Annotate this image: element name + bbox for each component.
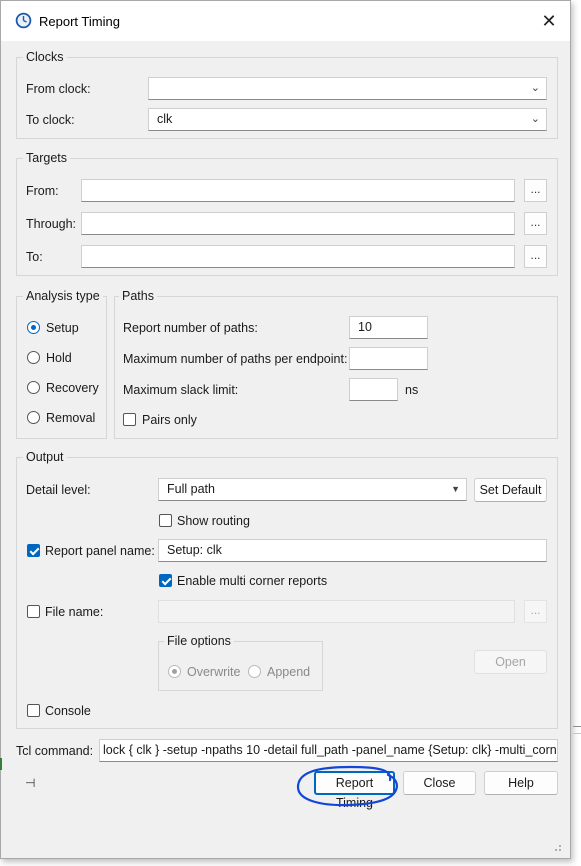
show-routing-checkbox[interactable] xyxy=(159,514,172,527)
setup-radio-label[interactable]: Setup xyxy=(46,321,79,335)
title-bar[interactable]: Report Timing ✕ xyxy=(1,1,570,41)
file-name-browse-button[interactable]: ... xyxy=(524,600,547,623)
detail-level-label: Detail level: xyxy=(26,483,91,497)
append-radio[interactable] xyxy=(248,665,261,678)
slack-unit-label: ns xyxy=(405,383,419,397)
to-clock-value: clk xyxy=(157,112,173,126)
pin-icon[interactable]: ⊣ xyxy=(25,776,35,790)
set-default-button[interactable]: Set Default xyxy=(474,478,547,502)
targets-to-label: To: xyxy=(26,250,43,264)
help-button[interactable]: Help xyxy=(484,771,558,795)
num-paths-label: Report number of paths: xyxy=(123,321,258,335)
targets-from-browse-button[interactable]: ... xyxy=(524,179,547,202)
num-paths-input[interactable]: 10 xyxy=(349,316,428,339)
targets-legend: Targets xyxy=(23,151,70,165)
report-timing-button[interactable]: Report Timing xyxy=(314,771,395,810)
show-routing-label[interactable]: Show routing xyxy=(177,514,250,528)
hold-radio[interactable] xyxy=(27,351,40,364)
append-label[interactable]: Append xyxy=(267,665,310,679)
file-name-checkbox[interactable] xyxy=(27,605,40,618)
targets-from-input[interactable] xyxy=(81,179,515,202)
window-title: Report Timing xyxy=(39,14,120,29)
targets-through-label: Through: xyxy=(26,217,77,231)
targets-from-label: From: xyxy=(26,184,59,198)
max-slack-label: Maximum slack limit: xyxy=(123,383,239,397)
recovery-radio[interactable] xyxy=(27,381,40,394)
report-panel-label[interactable]: Report panel name: xyxy=(45,544,155,558)
targets-through-browse-button[interactable]: ... xyxy=(524,212,547,235)
analysis-type-legend: Analysis type xyxy=(23,289,103,303)
pairs-only-checkbox[interactable] xyxy=(123,413,136,426)
clock-icon xyxy=(15,12,32,29)
report-panel-input[interactable]: Setup: clk xyxy=(158,539,547,562)
multi-corner-checkbox[interactable] xyxy=(159,574,172,587)
file-name-input[interactable] xyxy=(158,600,515,623)
output-legend: Output xyxy=(23,450,67,464)
removal-radio[interactable] xyxy=(27,411,40,424)
resize-grip-icon[interactable] xyxy=(552,842,562,852)
detail-level-value: Full path xyxy=(167,482,215,496)
paths-legend: Paths xyxy=(119,289,157,303)
multi-corner-label[interactable]: Enable multi corner reports xyxy=(177,574,327,588)
clocks-legend: Clocks xyxy=(23,50,67,64)
recovery-radio-label[interactable]: Recovery xyxy=(46,381,99,395)
to-clock-combo[interactable]: clk ⌄ xyxy=(148,108,547,131)
background-window-edge xyxy=(573,733,581,734)
from-clock-label: From clock: xyxy=(26,82,91,96)
tcl-command-input[interactable]: lock { clk } -setup -npaths 10 -detail f… xyxy=(99,739,558,762)
detail-level-select[interactable]: Full path ▼ xyxy=(158,478,467,501)
max-per-endpoint-input[interactable] xyxy=(349,347,428,370)
overwrite-radio[interactable] xyxy=(168,665,181,678)
report-timing-dialog: Report Timing ✕ Clocks From clock: ⌄ To … xyxy=(0,0,571,859)
console-checkbox[interactable] xyxy=(27,704,40,717)
console-label[interactable]: Console xyxy=(45,704,91,718)
overwrite-label[interactable]: Overwrite xyxy=(187,665,240,679)
chevron-down-icon: ⌄ xyxy=(530,113,540,125)
pairs-only-label[interactable]: Pairs only xyxy=(142,413,197,427)
targets-to-browse-button[interactable]: ... xyxy=(524,245,547,268)
tcl-command-label: Tcl command: xyxy=(16,744,94,758)
close-window-icon[interactable]: ✕ xyxy=(536,9,562,33)
from-clock-combo[interactable]: ⌄ xyxy=(148,77,547,100)
background-window-edge xyxy=(573,726,581,727)
open-button[interactable]: Open xyxy=(474,650,547,674)
chevron-down-icon: ⌄ xyxy=(530,82,540,94)
setup-radio[interactable] xyxy=(27,321,40,334)
max-per-endpoint-label: Maximum number of paths per endpoint: xyxy=(123,352,348,366)
removal-radio-label[interactable]: Removal xyxy=(46,411,95,425)
caret-down-icon: ▼ xyxy=(451,484,460,494)
background-window-fragment xyxy=(0,758,4,770)
report-panel-checkbox[interactable] xyxy=(27,544,40,557)
hold-radio-label[interactable]: Hold xyxy=(46,351,72,365)
to-clock-label: To clock: xyxy=(26,113,75,127)
max-slack-input[interactable] xyxy=(349,378,398,401)
file-name-label[interactable]: File name: xyxy=(45,605,103,619)
targets-through-input[interactable] xyxy=(81,212,515,235)
targets-to-input[interactable] xyxy=(81,245,515,268)
file-options-legend: File options xyxy=(164,634,234,648)
close-button[interactable]: Close xyxy=(403,771,476,795)
